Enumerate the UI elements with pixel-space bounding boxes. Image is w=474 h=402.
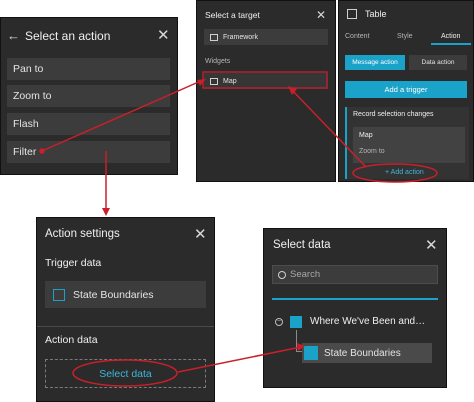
close-icon[interactable]: ✕ [157, 28, 170, 43]
tab-underline [431, 43, 471, 45]
action-item-label: Zoom to [13, 90, 52, 102]
page-icon [210, 33, 218, 41]
target-framework[interactable]: Framework [204, 29, 328, 45]
tab-content[interactable]: Content [345, 33, 370, 40]
data-action-label: Data action [421, 59, 455, 66]
collapse-icon[interactable]: − [275, 318, 283, 326]
message-action-tab[interactable]: Message action [345, 55, 405, 70]
select-target-title: Select a target [205, 10, 260, 20]
action-item-zoom-to[interactable]: Zoom to [7, 85, 170, 107]
action-settings-title: Action settings [45, 228, 120, 240]
table-icon [347, 9, 357, 19]
section-divider [37, 326, 214, 327]
tree-child-item[interactable]: State Boundaries [302, 343, 432, 363]
record-action-item[interactable]: Map Zoom to [353, 127, 465, 163]
trigger-data-item[interactable]: State Boundaries [45, 281, 206, 308]
search-input[interactable]: Search [272, 265, 438, 284]
trigger-data-label: State Boundaries [73, 288, 154, 301]
map-layer-icon [290, 316, 302, 328]
select-action-title: Select an action [25, 29, 111, 43]
tab-style[interactable]: Style [397, 33, 413, 40]
tree-child-label: State Boundaries [324, 347, 401, 359]
tree-parent-label[interactable]: Where We've Been and… [310, 316, 425, 327]
close-icon[interactable]: ✕ [316, 8, 326, 23]
tree-top-rule [272, 298, 438, 300]
record-selection-heading: Record selection changes [353, 111, 434, 118]
action-item-label: Filter [13, 146, 37, 158]
back-arrow-icon[interactable]: ← [7, 28, 20, 43]
select-target-panel: Select a target ✕ Framework Widgets Map [196, 0, 336, 182]
record-selection-card: Record selection changes Map Zoom to + A… [345, 107, 469, 179]
data-action-tab[interactable]: Data action [409, 55, 467, 70]
annotation-arrowhead-down [102, 208, 110, 216]
action-item-filter[interactable]: Filter [7, 141, 170, 163]
select-data-title: Select data [273, 239, 331, 251]
close-icon[interactable]: ✕ [194, 227, 207, 242]
search-placeholder: Search [290, 269, 321, 280]
widgets-heading: Widgets [205, 58, 231, 65]
record-action-title: Map [359, 132, 373, 139]
select-data-panel: Select data ✕ Search − Where We've Been … [263, 228, 447, 388]
add-trigger-button[interactable]: Add a trigger [345, 81, 467, 98]
table-settings-panel: Table Content Style Action Message actio… [338, 0, 474, 182]
layer-icon [304, 346, 318, 360]
select-action-panel: ← Select an action ✕ Pan to Zoom to Flas… [0, 17, 178, 175]
table-title: Table [365, 9, 387, 19]
record-action-sub: Zoom to [359, 148, 385, 155]
target-framework-label: Framework [223, 33, 259, 41]
add-trigger-label: Add a trigger [384, 85, 428, 94]
action-item-label: Flash [13, 118, 39, 130]
action-item-label: Pan to [13, 63, 44, 75]
action-settings-panel: Action settings ✕ Trigger data State Bou… [36, 217, 215, 402]
target-map-label: Map [223, 77, 237, 85]
message-action-label: Message action [352, 59, 398, 66]
layer-icon [53, 288, 65, 301]
tab-action[interactable]: Action [441, 33, 460, 40]
select-data-dropzone[interactable]: Select data [45, 359, 206, 388]
close-icon[interactable]: ✕ [425, 238, 438, 253]
select-data-link[interactable]: Select data [99, 368, 152, 380]
action-item-flash[interactable]: Flash [7, 113, 170, 135]
trigger-data-heading: Trigger data [45, 257, 102, 269]
map-icon [210, 77, 218, 85]
target-map[interactable]: Map [204, 73, 328, 89]
add-action-link[interactable]: + Add action [385, 169, 424, 176]
action-item-pan-to[interactable]: Pan to [7, 58, 170, 80]
search-icon [278, 270, 286, 279]
action-data-heading: Action data [45, 334, 98, 346]
